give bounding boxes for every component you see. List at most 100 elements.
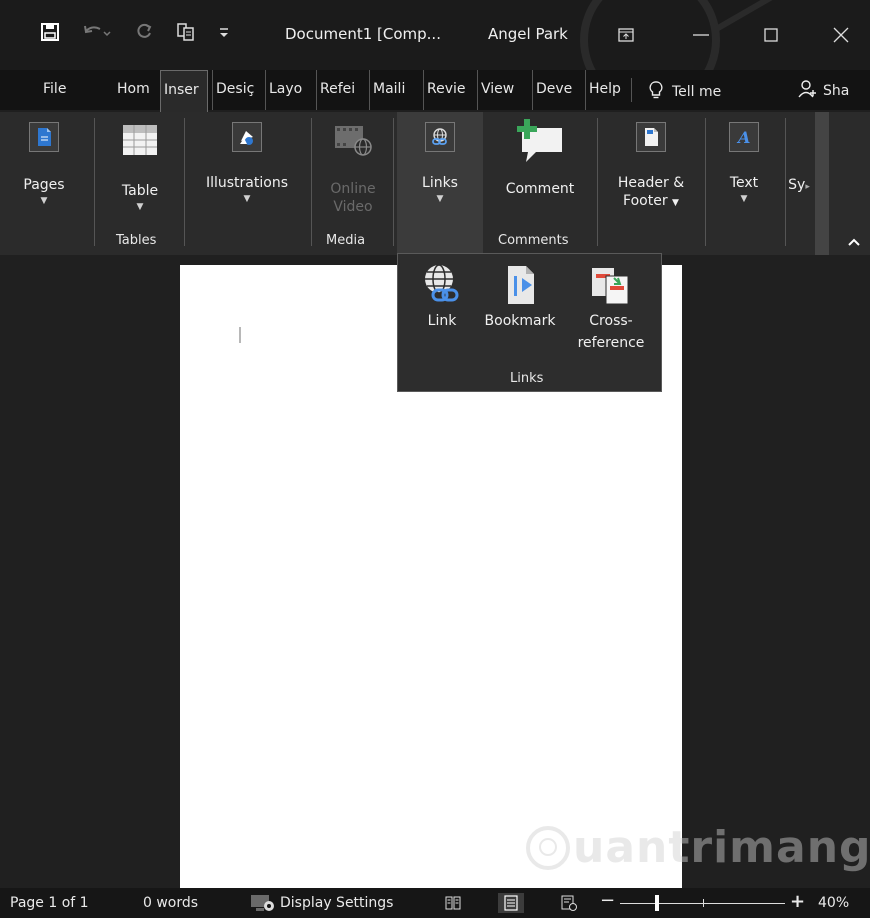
- cross-reference-label-1: Cross-: [589, 313, 633, 329]
- undo-icon[interactable]: [82, 23, 112, 41]
- illustrations-icon: [232, 122, 262, 152]
- header-footer-label-2: Footer: [623, 193, 668, 209]
- links-button[interactable]: Links ▼: [397, 112, 483, 255]
- tab-developer[interactable]: Deve: [532, 70, 582, 110]
- text-cursor: [239, 327, 241, 343]
- group-label-tables: Tables: [116, 233, 157, 248]
- table-icon: [122, 124, 158, 160]
- ribbon-separator: [94, 118, 95, 246]
- svg-text:A: A: [736, 128, 750, 147]
- save-icon[interactable]: [40, 22, 60, 42]
- header-footer-label-1: Header &: [617, 175, 685, 191]
- cross-reference-icon: [588, 262, 634, 310]
- read-mode-icon[interactable]: [440, 893, 466, 913]
- user-name[interactable]: Angel Park: [488, 25, 568, 43]
- header-footer-icon: [636, 122, 666, 152]
- ribbon-separator: [597, 118, 598, 246]
- link-icon: [421, 262, 463, 310]
- links-dropdown: Link Bookmark Cross- reference Links: [397, 253, 662, 392]
- close-icon[interactable]: [826, 22, 856, 48]
- web-layout-icon[interactable]: [556, 893, 582, 913]
- bookmark-icon: [500, 262, 540, 310]
- tab-home[interactable]: Hom: [114, 70, 156, 110]
- chevron-down-icon: ▼: [40, 196, 48, 206]
- tab-design[interactable]: Desiç: [212, 70, 256, 110]
- illustrations-button[interactable]: Illustrations ▼: [194, 112, 300, 232]
- tab-review[interactable]: Revie: [423, 70, 473, 110]
- word-count[interactable]: 0 words: [143, 895, 198, 911]
- quick-access-toolbar: [40, 22, 230, 42]
- zoom-level[interactable]: 40%: [818, 895, 849, 911]
- text-icon: A: [729, 122, 759, 152]
- title-bar: Document1 [Comp... Angel Park: [0, 0, 870, 70]
- online-video-button[interactable]: Online Video: [320, 112, 386, 232]
- ribbon-separator: [393, 118, 394, 246]
- symbols-button[interactable]: Sy▸: [786, 112, 812, 232]
- share-button[interactable]: Sha: [798, 80, 849, 102]
- online-video-label-2: Video: [333, 199, 373, 215]
- tab-file[interactable]: File: [40, 70, 80, 110]
- watermark-text: uantrimang: [573, 822, 870, 873]
- minimize-icon[interactable]: [686, 22, 716, 48]
- header-footer-button[interactable]: Header & Footer ▼: [606, 112, 696, 232]
- ribbon-display-options-icon[interactable]: [611, 22, 641, 48]
- text-button[interactable]: A Text ▼: [716, 112, 772, 232]
- links-group-label: Links: [510, 371, 544, 386]
- watermark-logo: uantrimang: [525, 822, 870, 873]
- zoom-in-icon[interactable]: +: [790, 891, 805, 912]
- chevron-down-icon: ▼: [243, 194, 251, 204]
- link-label: Link: [427, 313, 457, 329]
- chevron-down-icon: ▼: [436, 194, 444, 204]
- comment-label: Comment: [505, 181, 575, 197]
- ribbon-separator: [184, 118, 185, 246]
- tab-insert[interactable]: Inser: [160, 70, 208, 112]
- ribbon-insert: Pages ▼ Table ▼ Tables Illustrations ▼ O…: [0, 112, 870, 255]
- zoom-slider-thumb[interactable]: [655, 895, 659, 911]
- online-video-label-1: Online: [330, 181, 376, 197]
- zoom-out-icon[interactable]: −: [600, 890, 615, 911]
- display-settings-button[interactable]: Display Settings: [250, 893, 393, 913]
- watermark-bulb-icon: [526, 825, 570, 870]
- tell-me-label: Tell me: [672, 84, 722, 100]
- chevron-down-icon: ▼: [136, 202, 144, 212]
- tab-mailings[interactable]: Maili: [369, 70, 414, 110]
- bookmark-label: Bookmark: [484, 313, 556, 329]
- share-user-icon: [798, 80, 818, 102]
- print-layout-icon[interactable]: [498, 893, 524, 913]
- online-video-icon: [334, 124, 372, 160]
- zoom-slider-midpoint: [703, 899, 704, 907]
- chevron-down-icon: ▼: [672, 198, 679, 208]
- tab-view[interactable]: View: [477, 70, 523, 110]
- collapse-ribbon-icon[interactable]: [848, 235, 860, 249]
- pages-icon: [29, 122, 59, 152]
- comment-button[interactable]: Comment: [490, 112, 590, 232]
- page-count[interactable]: Page 1 of 1: [10, 895, 89, 911]
- tab-references[interactable]: Refei: [316, 70, 362, 110]
- link-button[interactable]: Link: [414, 262, 470, 332]
- touch-mode-icon[interactable]: [176, 22, 196, 42]
- tab-help[interactable]: Help: [585, 70, 627, 110]
- document-title: Document1 [Comp...: [285, 25, 441, 43]
- table-button[interactable]: Table ▼: [108, 112, 172, 232]
- links-icon: [425, 122, 455, 152]
- symbols-label: Sy▸: [788, 177, 810, 193]
- pages-button[interactable]: Pages ▼: [22, 112, 66, 232]
- tab-layout[interactable]: Layo: [265, 70, 311, 110]
- text-label: Text: [729, 175, 759, 191]
- maximize-icon[interactable]: [756, 22, 786, 48]
- ribbon-scroll-right[interactable]: [815, 112, 829, 255]
- share-label: Sha: [823, 83, 850, 99]
- customize-qat-icon[interactable]: [218, 25, 230, 39]
- illustrations-label: Illustrations: [205, 175, 288, 191]
- lightbulb-icon: [648, 80, 664, 104]
- group-label-media: Media: [326, 233, 366, 248]
- group-label-comments: Comments: [498, 233, 569, 248]
- tell-me-search[interactable]: Tell me: [648, 80, 721, 104]
- cross-reference-button[interactable]: Cross- reference: [568, 262, 654, 354]
- ribbon-separator: [311, 118, 312, 246]
- bookmark-button[interactable]: Bookmark: [478, 262, 562, 332]
- comment-icon: [514, 118, 566, 168]
- redo-icon[interactable]: [134, 23, 154, 41]
- ribbon-tab-row: File Hom Inser Desiç Layo Refei Maili Re…: [0, 70, 870, 112]
- display-settings-icon: [251, 895, 274, 911]
